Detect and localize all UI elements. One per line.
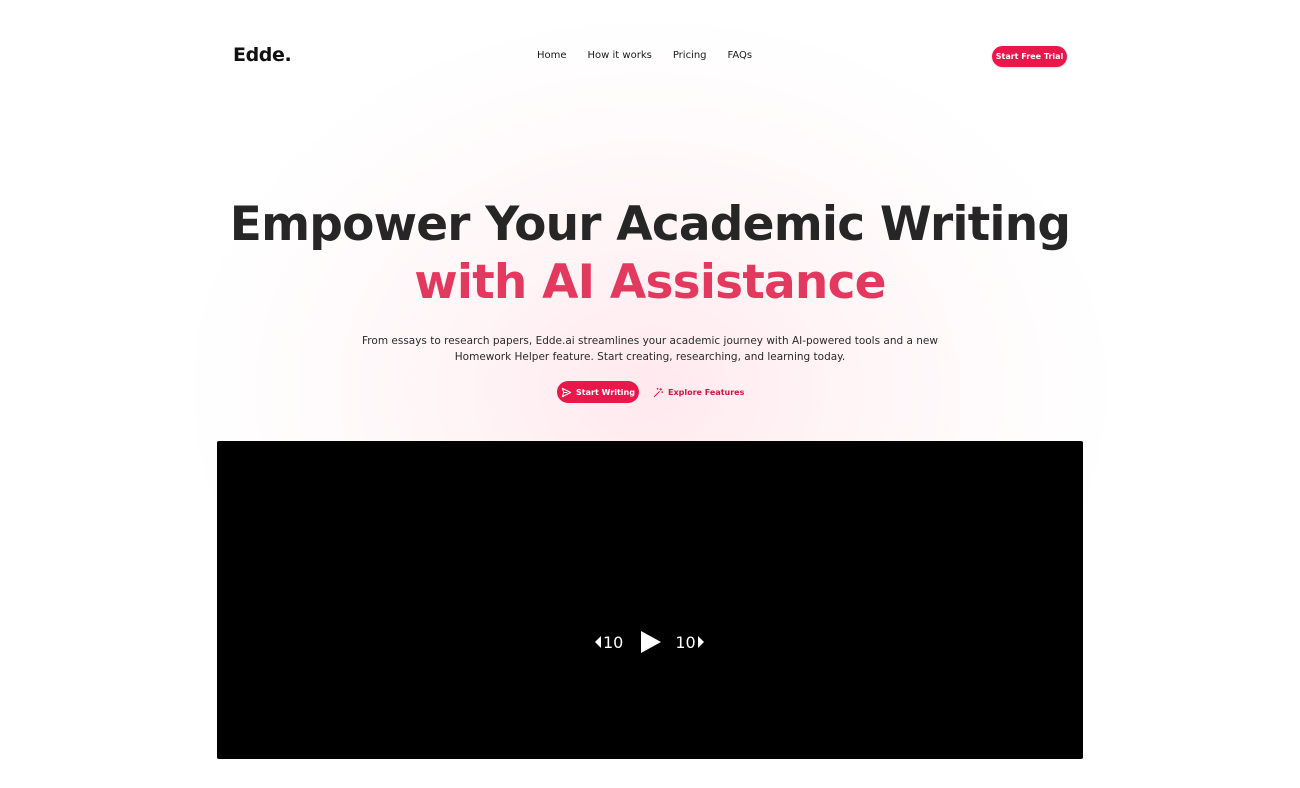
rewind-button[interactable]: 10	[595, 633, 623, 652]
start-writing-label: Start Writing	[576, 387, 635, 397]
play-button[interactable]	[639, 631, 662, 653]
nav-link-how-it-works[interactable]: How it works	[588, 50, 652, 61]
forward-seconds: 10	[675, 632, 696, 652]
send-icon	[561, 387, 572, 398]
nav-link-home[interactable]: Home	[537, 50, 567, 61]
forward-arrow-icon	[697, 636, 704, 648]
forward-button[interactable]: 10	[675, 632, 704, 652]
hero-cta-row: Start Writing Explore Features	[557, 381, 744, 403]
hero-description: From essays to research papers, Edde.ai …	[330, 333, 970, 365]
nav-link-faqs[interactable]: FAQs	[728, 50, 753, 61]
hero-title-accent: with AI Assistance	[414, 255, 886, 310]
demo-video-player[interactable]: 10 10	[217, 441, 1083, 759]
hero-description-line-2: Homework Helper feature. Start creating,…	[454, 351, 846, 363]
magic-wand-icon	[653, 387, 664, 398]
video-controls: 10 10	[595, 631, 704, 653]
play-icon	[639, 631, 662, 653]
top-navigation: Edde. Home How it works Pricing FAQs Sta…	[0, 0, 1300, 112]
rewind-arrow-icon	[595, 636, 601, 648]
start-writing-button[interactable]: Start Writing	[557, 381, 639, 403]
nav-links: Home How it works Pricing FAQs	[537, 50, 752, 61]
explore-features-label: Explore Features	[668, 387, 745, 397]
explore-features-link[interactable]: Explore Features	[653, 387, 744, 398]
brand-logo[interactable]: Edde.	[233, 44, 292, 66]
rewind-seconds: 10	[603, 632, 624, 652]
nav-link-pricing[interactable]: Pricing	[673, 50, 707, 61]
hero-title: Empower Your Academic Writing	[229, 197, 1071, 252]
start-free-trial-button[interactable]: Start Free Trial	[992, 46, 1067, 67]
hero-description-line-1: From essays to research papers, Edde.ai …	[362, 335, 938, 347]
